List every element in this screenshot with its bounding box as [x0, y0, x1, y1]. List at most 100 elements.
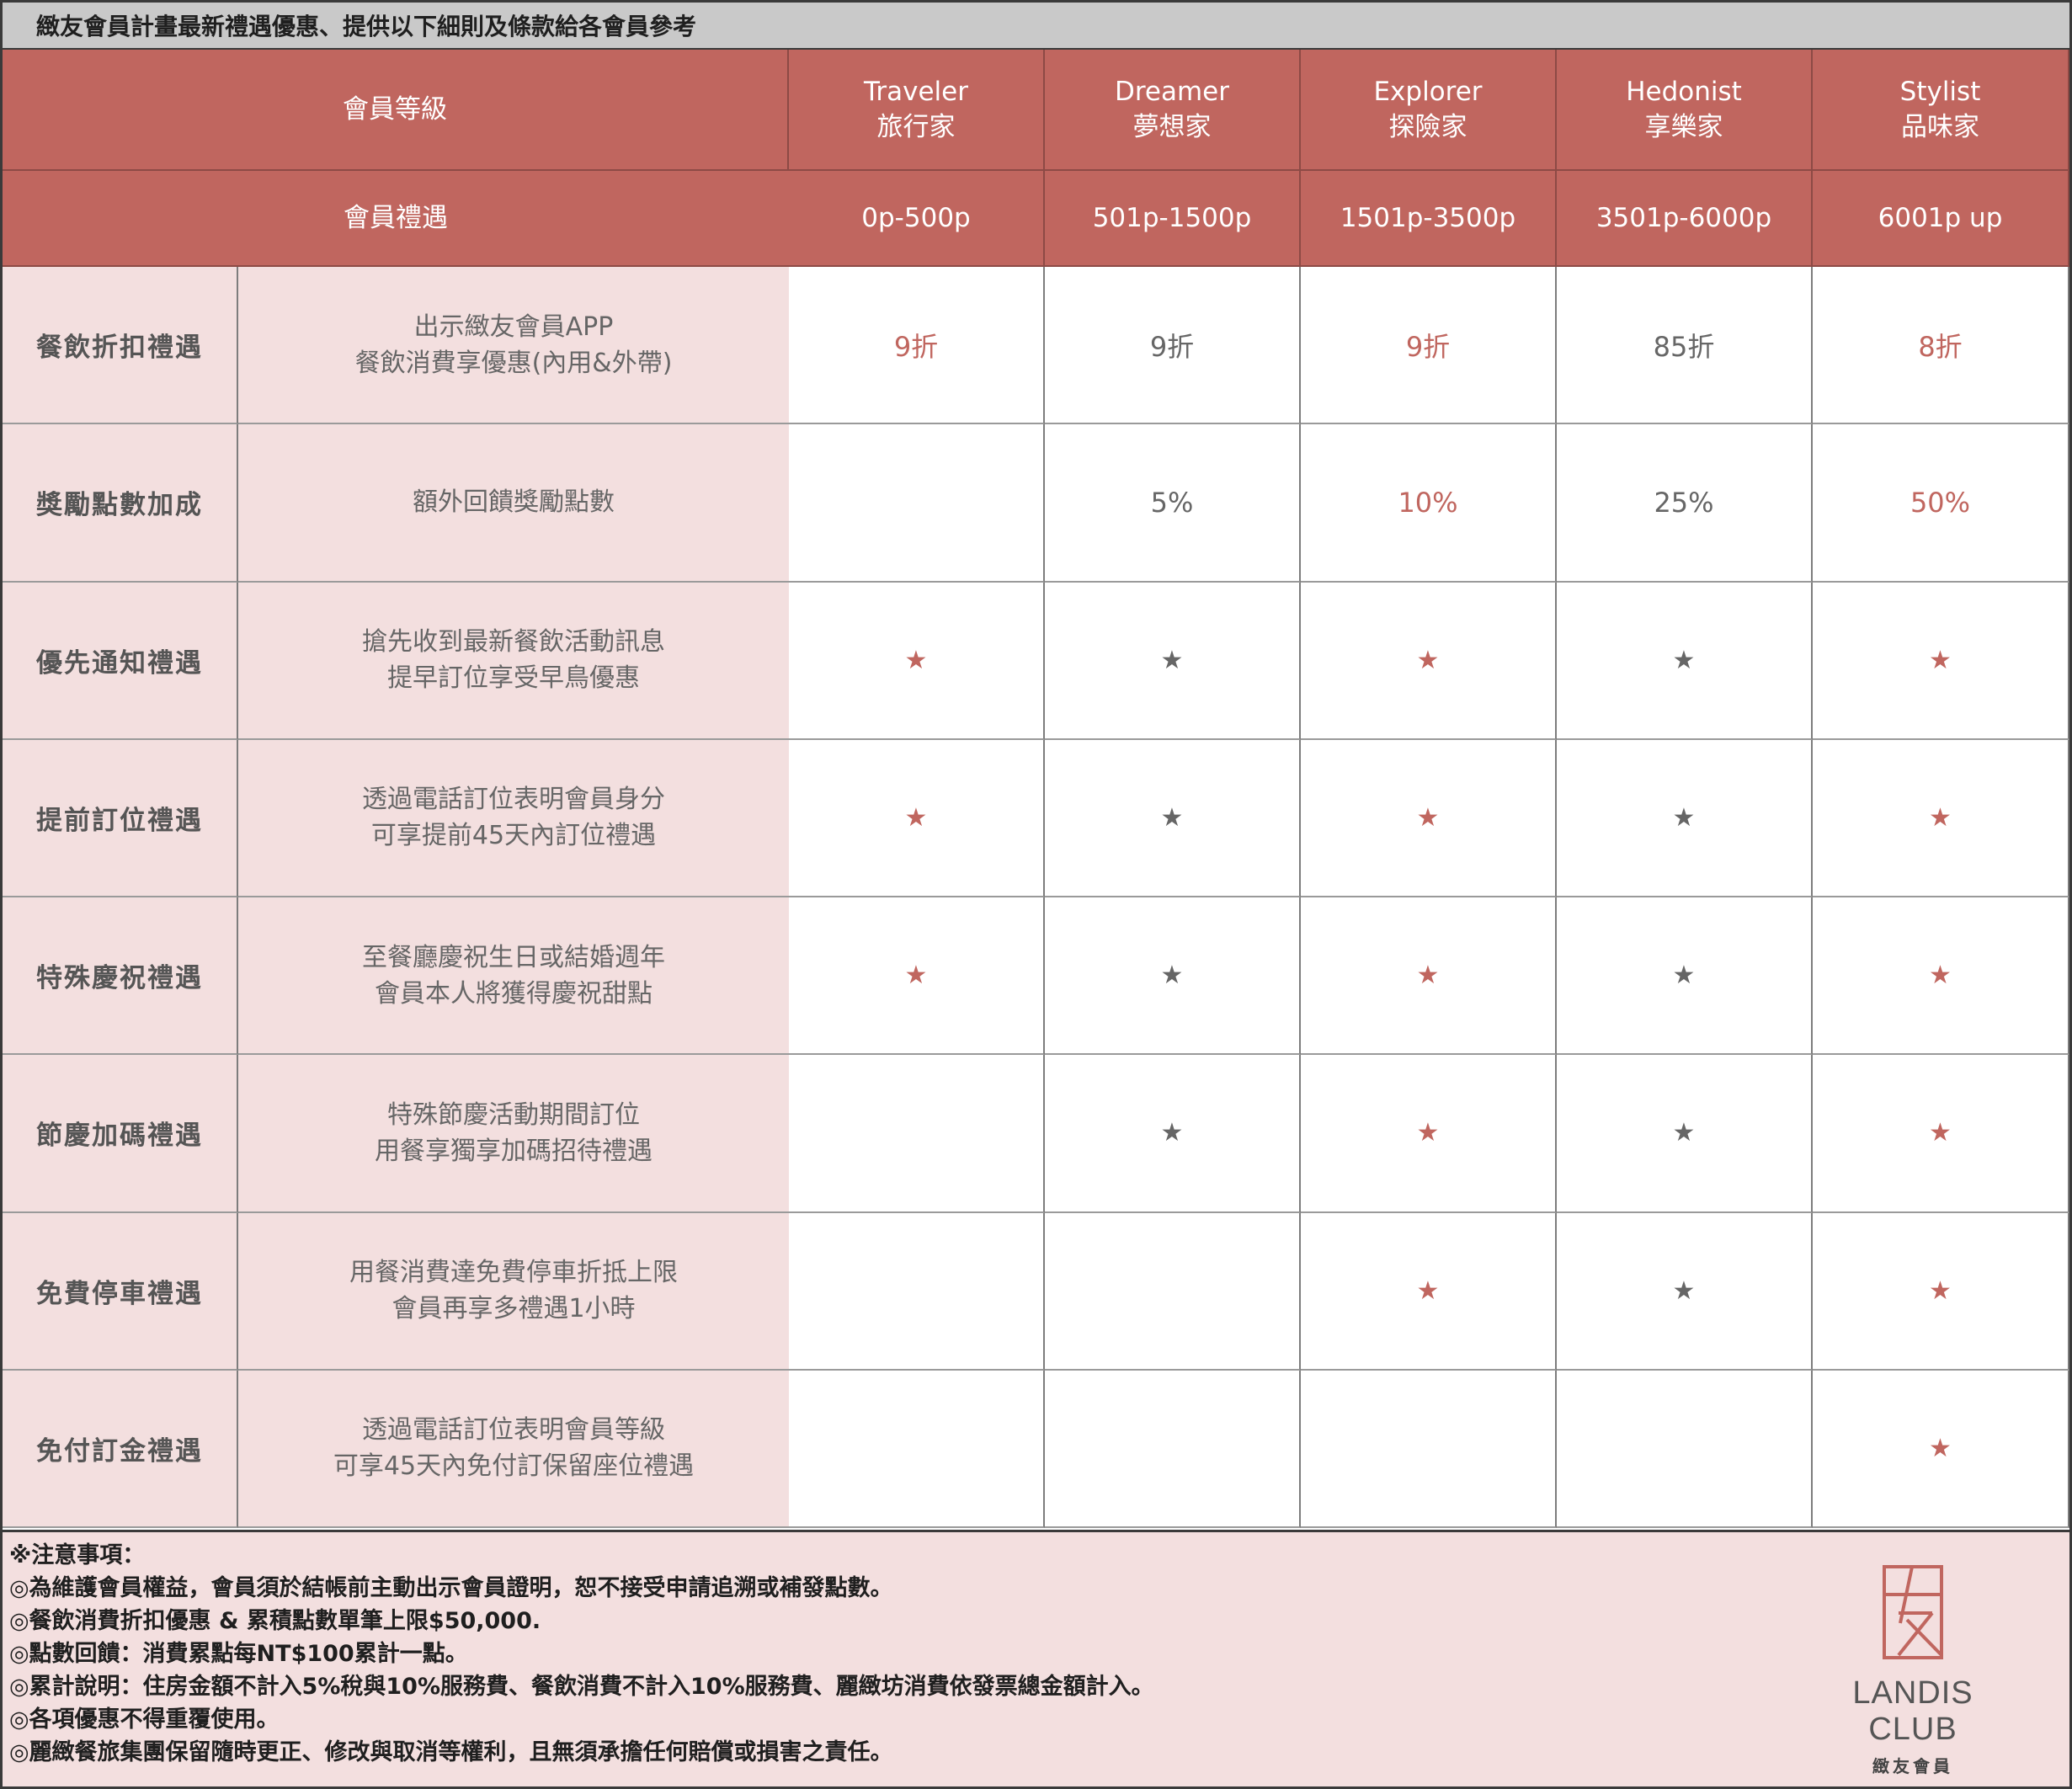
benefit-description-line: 額外回饋獎勵點數: [413, 487, 615, 518]
benefit-value: [789, 1212, 1045, 1371]
benefit-description: 出示緻友會員APP 餐飲消費享優惠(內用&外帶): [238, 267, 789, 425]
benefit-value: [789, 1055, 1045, 1213]
star-icon: ★: [1813, 1212, 2069, 1371]
star-icon: ★: [1301, 739, 1557, 897]
benefit-name: 節慶加碼禮遇: [3, 1055, 238, 1213]
note-item: ◎各項優惠不得重覆使用。: [9, 1706, 280, 1733]
benefit-header-label: 會員禮遇: [3, 171, 789, 267]
star-icon: ★: [1557, 1055, 1813, 1213]
benefit-value: [789, 424, 1045, 583]
logo-english: LANDIS CLUB: [1852, 1675, 1973, 1747]
benefit-value: [1045, 1370, 1301, 1528]
star-icon: ★: [1557, 897, 1813, 1056]
star-icon: ★: [1045, 739, 1301, 897]
star-icon: ★: [1045, 897, 1301, 1056]
benefit-description-line: 會員再享多禮遇1小時: [391, 1294, 636, 1324]
level-header-hedonist: Hedonist 享樂家: [1557, 50, 1813, 171]
level-points-hedonist: 3501p-6000p: [1557, 171, 1813, 267]
benefit-description: 用餐消費達免費停車折抵上限 會員再享多禮遇1小時: [238, 1212, 789, 1371]
notes-footer: ※注意事項： ◎為維護會員權益，會員須於結帳前主動出示會員證明，恕不接受申請追溯…: [3, 1530, 2069, 1786]
benefit-description: 至餐廳慶祝生日或結婚週年 會員本人將獲得慶祝甜點: [238, 897, 789, 1056]
level-points-stylist: 6001p up: [1813, 171, 2069, 267]
benefit-description-line: 至餐廳慶祝生日或結婚週年: [362, 942, 665, 972]
benefit-description-line: 透過電話訂位表明會員身分: [362, 785, 665, 815]
benefit-description: 透過電話訂位表明會員身分 可享提前45天內訂位禮遇: [238, 739, 789, 897]
benefit-description: 透過電話訂位表明會員等級 可享45天內免付訂保留座位禮遇: [238, 1370, 789, 1528]
benefits-table: 會員等級 Traveler 旅行家 Dreamer 夢想家 Explorer 探險家 Hedo…: [3, 50, 2069, 1528]
benefit-value: [789, 1370, 1045, 1528]
logo-mark-icon: [1883, 1565, 1943, 1659]
note-item: ◎麗緻餐旅集團保留隨時更正、修改與取消等權利，且無須承擔任何賠償或損害之責任。: [9, 1739, 893, 1765]
benefit-value: 85折: [1557, 267, 1813, 425]
star-icon: ★: [789, 582, 1045, 740]
level-header-traveler: Traveler 旅行家: [789, 50, 1045, 171]
level-header-label: 會員等級: [3, 50, 789, 171]
benefit-name: 餐飲折扣禮遇: [3, 267, 238, 425]
star-icon: ★: [1301, 1212, 1557, 1371]
notes-heading: ※注意事項：: [9, 1542, 146, 1568]
benefit-description-line: 可享45天內免付訂保留座位禮遇: [333, 1451, 695, 1482]
level-name-zh: 旅行家: [876, 112, 956, 142]
level-name-en: Dreamer: [1114, 77, 1230, 107]
benefit-description-line: 出示緻友會員APP: [413, 311, 614, 342]
star-icon: ★: [1813, 739, 2069, 897]
level-header-stylist: Stylist 品味家: [1813, 50, 2069, 171]
benefit-name: 免費停車禮遇: [3, 1212, 238, 1371]
level-points-explorer: 1501p-3500p: [1301, 171, 1557, 267]
page: 緻友會員計畫最新禮遇優惠、提供以下細則及條款給各會員參考 會員等級 Travele…: [0, 0, 2072, 1789]
star-icon: ★: [1045, 582, 1301, 740]
benefit-description-line: 特殊節慶活動期間訂位: [387, 1099, 640, 1130]
benefit-name: 獎勵點數加成: [3, 424, 238, 583]
benefit-name: 特殊慶祝禮遇: [3, 897, 238, 1056]
level-header-explorer: Explorer 探險家: [1301, 50, 1557, 171]
benefit-description-line: 用餐消費達免費停車折抵上限: [349, 1258, 678, 1288]
benefit-description-line: 提早訂位享受早鳥優惠: [387, 663, 640, 694]
star-icon: ★: [1813, 1370, 2069, 1528]
level-name-zh: 夢想家: [1132, 112, 1212, 142]
benefit-description: 特殊節慶活動期間訂位 用餐享獨享加碼招待禮遇: [238, 1055, 789, 1213]
star-icon: ★: [789, 897, 1045, 1056]
benefit-value: [1045, 1212, 1301, 1371]
benefit-description-line: 搶先收到最新餐飲活動訊息: [362, 627, 665, 658]
benefit-description-line: 用餐享獨享加碼招待禮遇: [375, 1136, 652, 1166]
level-name-en: Stylist: [1899, 77, 1981, 107]
note-item: ◎點數回饋：消費累點每NT$100累計一點。: [9, 1641, 468, 1667]
benefit-description: 搶先收到最新餐飲活動訊息 提早訂位享受早鳥優惠: [238, 582, 789, 740]
level-points-traveler: 0p-500p: [789, 171, 1045, 267]
star-icon: ★: [1301, 582, 1557, 740]
level-name-zh: 探險家: [1388, 112, 1467, 142]
notes-list: ※注意事項： ◎為維護會員權益，會員須於結帳前主動出示會員證明，恕不接受申請追溯…: [3, 1532, 2069, 1769]
benefit-value: [1301, 1370, 1557, 1528]
landis-club-logo: LANDIS CLUB 緻友會員: [1812, 1564, 2014, 1777]
benefit-description-line: 可享提前45天內訂位禮遇: [370, 821, 657, 851]
note-item: ◎累計說明：住房金額不計入5%稅與10%服務費、餐飲消費不計入10%服務費、麗緻…: [9, 1674, 1154, 1700]
benefit-value: [1557, 1370, 1813, 1528]
benefit-name: 優先通知禮遇: [3, 582, 238, 740]
level-name-zh: 享樂家: [1644, 112, 1723, 142]
benefit-description-line: 餐飲消費享優惠(內用&外帶): [354, 348, 673, 378]
benefit-name: 提前訂位禮遇: [3, 739, 238, 897]
level-name-en: Traveler: [864, 77, 968, 107]
logo-chinese: 緻友會員: [1872, 1756, 1953, 1776]
star-icon: ★: [1045, 1055, 1301, 1213]
note-item: ◎餐飲消費折扣優惠 & 累積點數單筆上限$50,000.: [9, 1608, 541, 1634]
note-item: ◎為維護會員權益，會員須於結帳前主動出示會員證明，恕不接受申請追溯或補發點數。: [9, 1575, 893, 1601]
benefit-description-line: 透過電話訂位表明會員等級: [362, 1415, 665, 1446]
benefit-description: 額外回饋獎勵點數: [238, 424, 789, 583]
star-icon: ★: [1813, 897, 2069, 1056]
level-name-zh: 品味家: [1901, 112, 1979, 142]
benefit-description-line: 會員本人將獲得慶祝甜點: [375, 978, 652, 1009]
level-points-dreamer: 501p-1500p: [1045, 171, 1301, 267]
benefit-value: 10%: [1301, 424, 1557, 583]
star-icon: ★: [1557, 739, 1813, 897]
benefit-value: 25%: [1557, 424, 1813, 583]
star-icon: ★: [1557, 582, 1813, 740]
benefit-value: 9折: [789, 267, 1045, 425]
star-icon: ★: [1813, 582, 2069, 740]
star-icon: ★: [1813, 1055, 2069, 1213]
level-name-en: Hedonist: [1626, 77, 1742, 107]
benefit-value: 5%: [1045, 424, 1301, 583]
level-header-dreamer: Dreamer 夢想家: [1045, 50, 1301, 171]
benefit-name: 免付訂金禮遇: [3, 1370, 238, 1528]
star-icon: ★: [1301, 897, 1557, 1056]
